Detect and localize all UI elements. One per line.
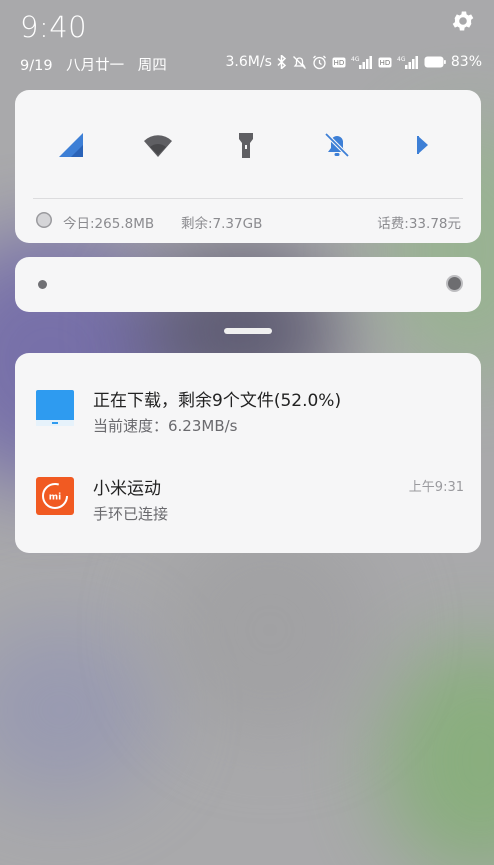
signal-icon [59,133,83,157]
battery-percent: 83% [450,54,482,70]
svg-text:mi: mi [49,493,61,503]
svg-text:4G: 4G [351,56,360,63]
mi-fit-app-icon: mi [36,477,74,515]
notification-time: 上午9:31 [408,480,464,495]
hd-icon: HD [378,57,392,67]
notification-text: 手环已连接 [93,505,169,523]
status-icons: 3.6M/s HD 4G HD 4G 83% [226,54,482,70]
notification-panel: 正在下载，剩余9个文件(52.0%) 当前速度：6.23MB/s mi 小米运动… [15,353,481,553]
mute-icon [292,55,306,69]
download-monitor-icon [36,390,74,426]
divider [33,198,463,199]
net-speed: 3.6M/s [225,54,272,70]
mobile-data-toggle[interactable] [56,130,86,160]
data-usage-pie-icon [36,212,52,228]
data-today: 今日:265.8MB [63,216,155,232]
battery-icon [424,56,446,68]
svg-text:HD: HD [380,59,391,67]
alarm-icon [312,55,326,69]
flashlight-icon [239,133,253,158]
notification-text: 当前速度：6.23MB/s [93,417,238,435]
date-row: 9/19 八月廿一 周四 [20,54,176,75]
quick-settings-panel: 今日:265.8MB 剩余:7.37GB 话费:33.78元 [15,90,481,243]
wifi-icon [144,135,172,157]
notification-title: 小米运动 [93,479,161,499]
signal-4g-icon: 4G [397,56,418,69]
data-usage-row[interactable]: 今日:265.8MB 剩余:7.37GB 话费:33.78元 [35,210,461,232]
wifi-toggle[interactable] [143,130,173,160]
bluetooth-toggle[interactable] [408,130,438,160]
flashlight-toggle[interactable] [231,130,261,160]
phone-credit: 话费:33.78元 [377,216,461,232]
svg-text:4G: 4G [397,56,406,63]
svg-text:HD: HD [334,59,345,67]
weekday: 周四 [137,58,167,74]
brightness-low-icon [38,280,47,289]
brightness-slider[interactable] [15,257,481,312]
date: 9/19 [20,58,53,74]
notification-title: 正在下载，剩余9个文件(52.0%) [93,391,342,411]
hd-icon: HD [332,57,346,67]
signal-4g-icon: 4G [351,56,372,69]
bluetooth-icon [277,55,286,69]
clock: 9:40 [20,10,88,44]
bluetooth-icon [417,136,428,154]
bell-off-icon [324,132,350,158]
drag-handle[interactable] [224,328,272,334]
lunar-date: 八月廿一 [66,58,125,74]
data-remaining: 剩余:7.37GB [181,216,263,232]
settings-gear-icon[interactable] [450,8,476,34]
silent-toggle[interactable] [322,130,352,160]
brightness-thumb[interactable] [448,277,461,290]
